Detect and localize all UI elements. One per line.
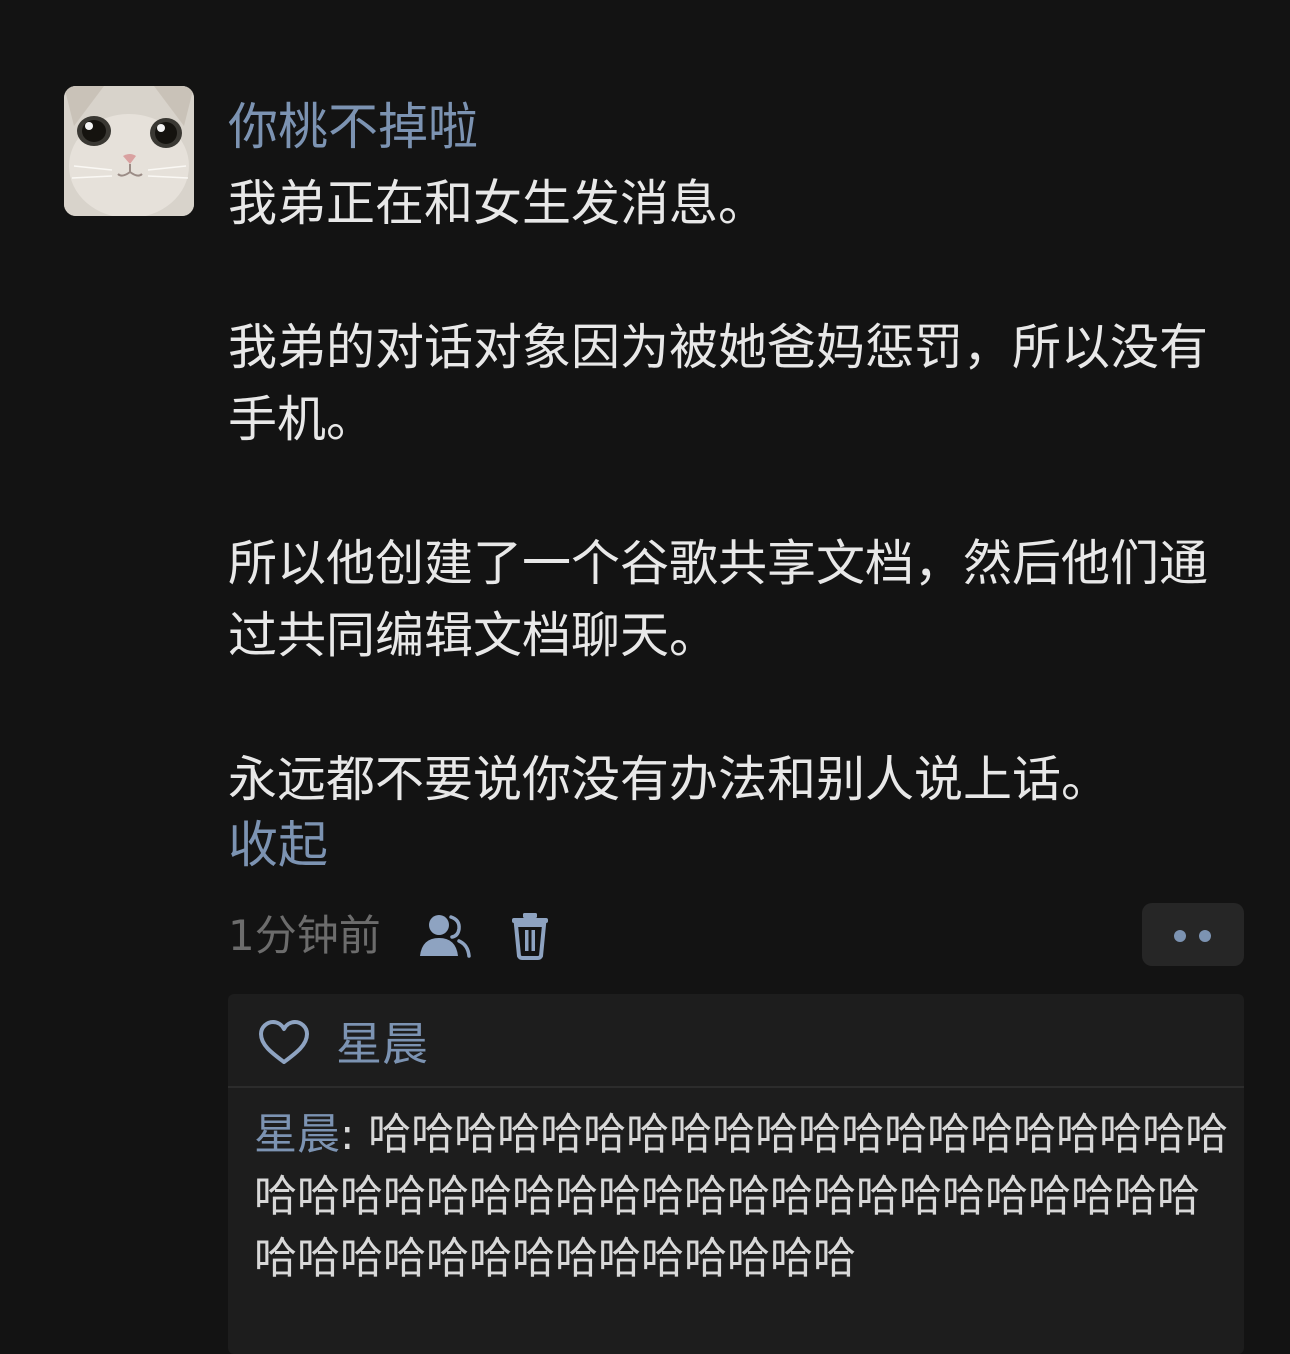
post-paragraph: 我弟的对话对象因为被她爸妈惩罚，所以没有手机。 bbox=[228, 319, 1209, 448]
post-paragraph: 所以他创建了一个谷歌共享文档，然后他们通过共同编辑文档聊天。 bbox=[228, 535, 1209, 664]
trash-icon[interactable] bbox=[508, 910, 552, 960]
more-dots-icon[interactable] bbox=[1142, 903, 1244, 966]
comment-item[interactable]: 星晨: 哈哈哈哈哈哈哈哈哈哈哈哈哈哈哈哈哈哈哈哈哈哈哈哈哈哈哈哈哈哈哈哈哈哈哈哈… bbox=[254, 1104, 1234, 1290]
comment-text: 哈哈哈哈哈哈哈哈哈哈哈哈哈哈哈哈哈哈哈哈哈哈哈哈哈哈哈哈哈哈哈哈哈哈哈哈哈哈哈哈… bbox=[254, 1110, 1229, 1284]
dot bbox=[1174, 930, 1186, 942]
collapse-link[interactable]: 收起 bbox=[228, 810, 328, 880]
comment-separator: : bbox=[340, 1110, 369, 1160]
author-avatar[interactable] bbox=[64, 86, 194, 216]
interaction-panel: 星晨 星晨: 哈哈哈哈哈哈哈哈哈哈哈哈哈哈哈哈哈哈哈哈哈哈哈哈哈哈哈哈哈哈哈哈哈… bbox=[228, 994, 1244, 1354]
heart-icon bbox=[258, 1020, 310, 1066]
post-body: 我弟正在和女生发消息。 我弟的对话对象因为被她爸妈惩罚，所以没有手机。 所以他创… bbox=[228, 168, 1228, 816]
post-paragraph: 永远都不要说你没有办法和别人说上话。 bbox=[228, 751, 1111, 808]
cat-avatar-image bbox=[64, 86, 194, 216]
liker-name[interactable]: 星晨 bbox=[336, 1014, 428, 1074]
author-name[interactable]: 你桃不掉啦 bbox=[228, 92, 478, 162]
people-visibility-icon[interactable] bbox=[418, 912, 472, 960]
post-timestamp: 1分钟前 bbox=[228, 911, 381, 960]
likes-row: 星晨 bbox=[228, 994, 1244, 1088]
dot bbox=[1199, 930, 1211, 942]
comment-author[interactable]: 星晨 bbox=[254, 1110, 340, 1160]
post-paragraph: 我弟正在和女生发消息。 bbox=[228, 175, 768, 232]
